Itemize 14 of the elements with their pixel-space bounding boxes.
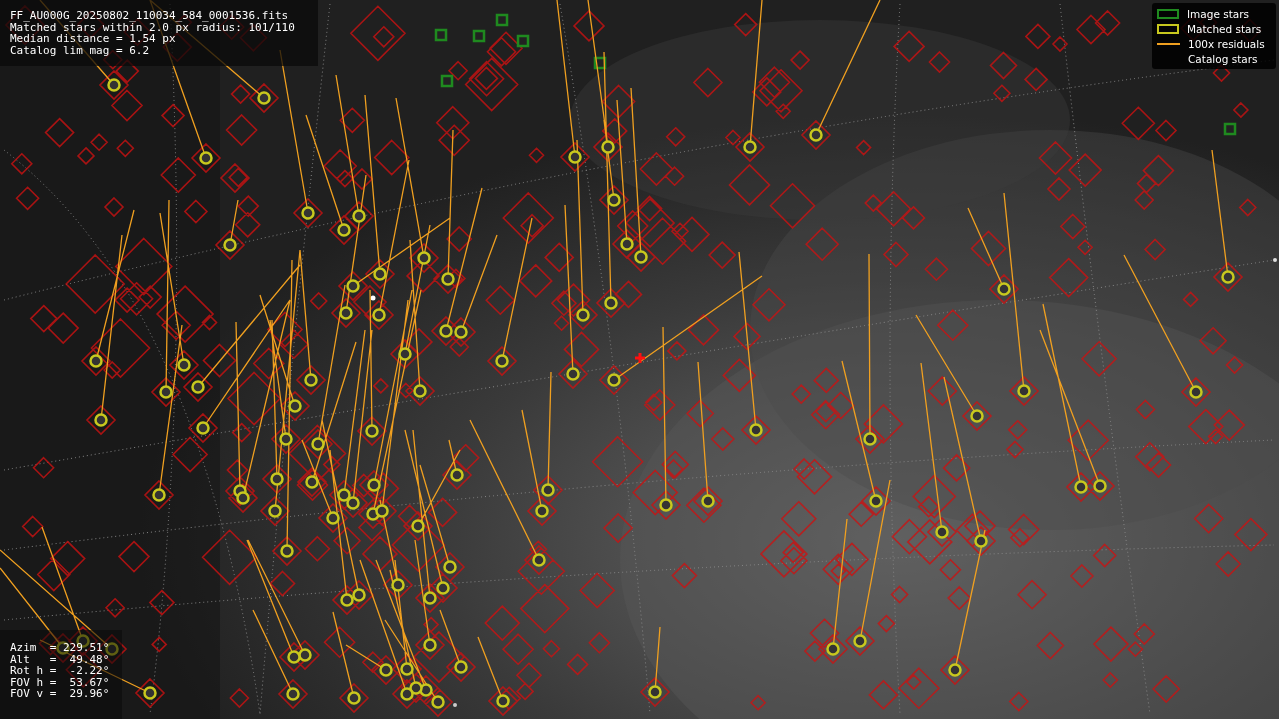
pointing-text: FOV h = 53.67° — [10, 676, 111, 688]
legend-label: Image stars — [1187, 7, 1250, 20]
legend-label: Catalog stars — [1188, 52, 1258, 65]
legend-label: Matched stars — [1187, 22, 1262, 35]
pointing-text: FOV v = 29.96° — [10, 688, 111, 700]
pointing-text: Rot h = -2.22° — [10, 665, 111, 677]
pointing-text: Alt = 49.48° — [10, 653, 111, 665]
info-text: Median distance = 1.54 px — [10, 33, 176, 45]
info-text: Catalog lim mag = 6.2 — [10, 44, 151, 56]
info-text: Matched stars within 2.0 px radius: 101/110 — [10, 21, 296, 33]
cross-icon — [635, 353, 645, 363]
info-text: FF_AU000G_20250802_110034_584_0001536.fits — [10, 10, 290, 22]
legend-label: 100x residuals — [1188, 37, 1265, 50]
pointing-text: Azim = 229.51° — [10, 642, 111, 654]
